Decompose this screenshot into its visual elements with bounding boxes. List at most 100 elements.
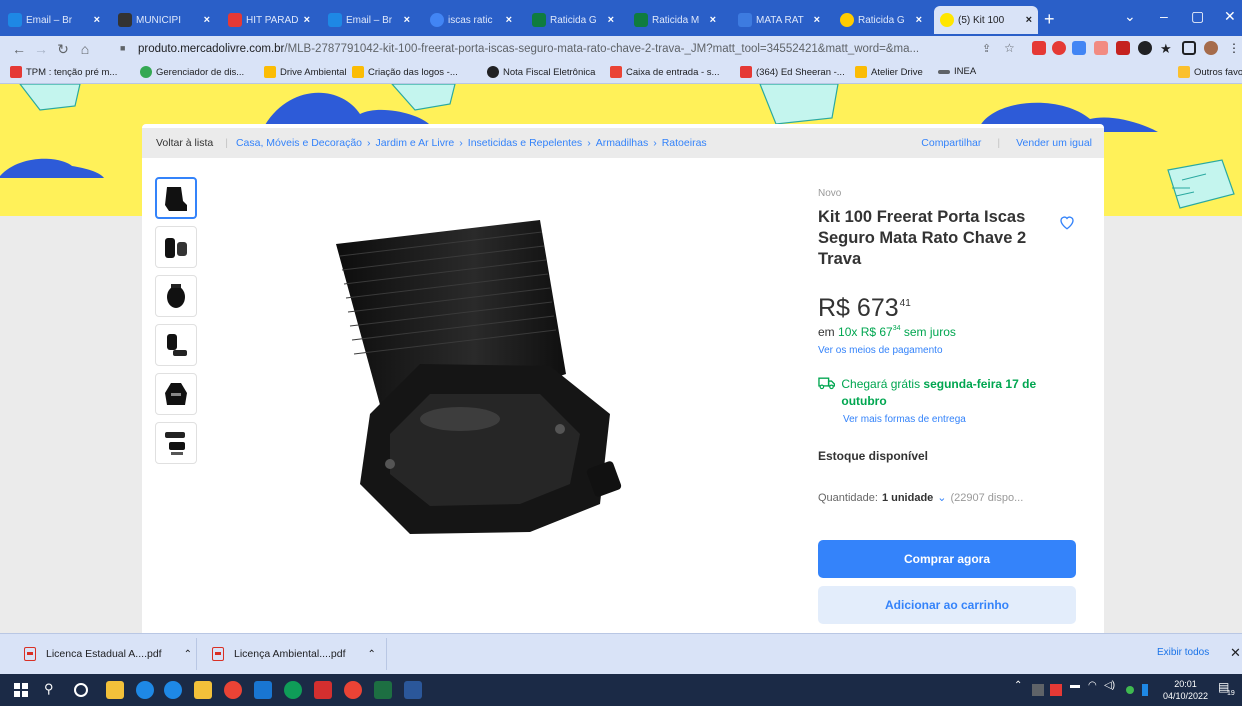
maximize-icon[interactable]: ▢	[1191, 8, 1204, 25]
sell-similar-link[interactable]: Vender um igual	[1016, 137, 1092, 149]
thumbnail[interactable]	[155, 422, 197, 464]
chrome-icon[interactable]	[224, 681, 242, 699]
tray-app-icon[interactable]	[1032, 684, 1044, 696]
thumbnail[interactable]	[155, 275, 197, 317]
system-clock[interactable]: 20:01 04/10/2022	[1163, 678, 1208, 702]
search-icon[interactable]: ⚲	[44, 681, 62, 699]
thumbnail[interactable]	[155, 324, 197, 366]
word-icon[interactable]	[404, 681, 422, 699]
product-main-image[interactable]	[330, 214, 650, 554]
chevron-down-icon[interactable]: ⌄	[1124, 8, 1136, 25]
browser-tab[interactable]: MUNICIPI ×	[112, 6, 216, 34]
mail-icon[interactable]	[254, 681, 272, 699]
extension-icon[interactable]	[1032, 41, 1046, 55]
other-bookmarks[interactable]: Outros favoritos	[1178, 66, 1242, 78]
acrobat-icon[interactable]	[314, 681, 332, 699]
reload-icon[interactable]: ↻	[52, 41, 74, 58]
download-item[interactable]: Licenca Estadual A....pdf ⌃	[24, 642, 192, 666]
show-all-downloads-button[interactable]: Exibir todos	[1157, 647, 1209, 658]
tray-app-icon[interactable]	[1142, 684, 1148, 696]
browser-tab[interactable]: iscas ratic ×	[424, 6, 518, 34]
bookmark-item[interactable]: Gerenciador de dis...	[140, 66, 244, 78]
browser-tab[interactable]: Email – Br ×	[2, 6, 106, 34]
tray-app-icon[interactable]	[1050, 684, 1062, 696]
tab-close-icon[interactable]: ×	[506, 14, 512, 26]
thumbnail[interactable]	[155, 226, 197, 268]
browser-tab[interactable]: Email – Br ×	[322, 6, 416, 34]
tab-close-icon[interactable]: ×	[404, 14, 410, 26]
payment-methods-link[interactable]: Ver os meios de pagamento	[818, 345, 1076, 356]
cortana-icon[interactable]	[74, 683, 88, 697]
chevron-up-icon[interactable]: ⌃	[1014, 680, 1022, 691]
breadcrumb-link[interactable]: Jardim e Ar Livre	[376, 137, 455, 149]
edge-icon[interactable]	[136, 681, 154, 699]
windows-start-icon[interactable]	[12, 681, 30, 699]
close-icon[interactable]: ✕	[1230, 645, 1241, 661]
share-link[interactable]: Compartilhar	[921, 137, 981, 149]
bookmark-star-icon[interactable]: ☆	[1004, 41, 1018, 55]
tab-close-icon[interactable]: ×	[94, 14, 100, 26]
browser-tab[interactable]: HIT PARAD ×	[222, 6, 316, 34]
breadcrumb-link[interactable]: Casa, Móveis e Decoração	[236, 137, 362, 149]
wifi-icon[interactable]: ◠	[1088, 680, 1097, 691]
extension-icon[interactable]	[1072, 41, 1086, 55]
thumbnail[interactable]	[155, 177, 197, 219]
chevron-up-icon[interactable]: ⌃	[184, 649, 192, 660]
download-item[interactable]: Licença Ambiental....pdf ⌃	[212, 642, 376, 666]
tab-close-icon[interactable]: ×	[1026, 14, 1032, 26]
home-icon[interactable]: ⌂	[74, 41, 96, 57]
close-window-icon[interactable]: ✕	[1224, 8, 1236, 25]
skype-icon[interactable]	[164, 681, 182, 699]
breadcrumb-link[interactable]: Armadilhas	[596, 137, 649, 149]
file-explorer-icon[interactable]	[194, 681, 212, 699]
browser-tab[interactable]: MATA RAT ×	[732, 6, 826, 34]
battery-icon[interactable]	[1126, 686, 1134, 694]
chevron-up-icon[interactable]: ⌃	[368, 649, 376, 660]
browser-tab[interactable]: Raticida G ×	[526, 6, 620, 34]
tab-close-icon[interactable]: ×	[608, 14, 614, 26]
minimize-icon[interactable]: –	[1160, 8, 1168, 24]
heart-icon[interactable]	[1058, 213, 1076, 231]
extension-icon[interactable]	[1138, 41, 1152, 55]
more-menu-icon[interactable]: ⋮	[1228, 41, 1242, 55]
bookmark-item[interactable]: Nota Fiscal Eletrônica	[487, 66, 595, 78]
puzzle-icon[interactable]: ★	[1160, 41, 1174, 56]
back-to-list-link[interactable]: Voltar à lista	[156, 137, 213, 149]
tab-close-icon[interactable]: ×	[304, 14, 310, 26]
tab-close-icon[interactable]: ×	[710, 14, 716, 26]
avatar[interactable]	[1204, 41, 1218, 55]
sidepanel-icon[interactable]	[1182, 41, 1196, 55]
bookmark-item[interactable]: Atelier Drive	[855, 66, 923, 78]
tab-close-icon[interactable]: ×	[814, 14, 820, 26]
excel-icon[interactable]	[374, 681, 392, 699]
tab-close-icon[interactable]: ×	[916, 14, 922, 26]
extension-icon[interactable]	[1094, 41, 1108, 55]
bookmark-item[interactable]: INEA	[938, 66, 976, 77]
whatsapp-icon[interactable]	[284, 681, 302, 699]
extension-icon[interactable]	[1116, 41, 1130, 55]
back-arrow-icon[interactable]: ←	[8, 41, 30, 57]
network-icon[interactable]: ▬	[1070, 680, 1080, 691]
thumbnail[interactable]	[155, 373, 197, 415]
quantity-selector[interactable]: Quantidade: 1 unidade ⌄ (22907 dispo...	[818, 491, 1076, 505]
bookmark-item[interactable]: Criação das logos -...	[352, 66, 458, 78]
more-shipping-link[interactable]: Ver mais formas de entrega	[843, 414, 1076, 425]
bookmark-item[interactable]: Caixa de entrada - s...	[610, 66, 719, 78]
forward-arrow-icon[interactable]: →	[30, 41, 52, 57]
browser-tab-active[interactable]: (5) Kit 100 ×	[934, 6, 1038, 34]
browser-tab[interactable]: Raticida M ×	[628, 6, 722, 34]
chrome-active-icon[interactable]	[344, 681, 362, 699]
new-tab-icon[interactable]: +	[1044, 9, 1055, 30]
bookmark-item[interactable]: Drive Ambiental	[264, 66, 347, 78]
share-icon[interactable]: ⇪	[982, 42, 996, 56]
opera-icon[interactable]	[1052, 41, 1066, 55]
address-bar[interactable]: ■ produto.mercadolivre.com.br/MLB-278779…	[120, 38, 975, 60]
bookmark-item[interactable]: TPM : tenção pré m...	[10, 66, 117, 78]
speaker-icon[interactable]: ◁)	[1104, 680, 1115, 691]
buy-now-button[interactable]: Comprar agora	[818, 540, 1076, 578]
breadcrumb-link[interactable]: Ratoeiras	[662, 137, 707, 149]
browser-tab[interactable]: Raticida G ×	[834, 6, 928, 34]
bookmark-item[interactable]: (364) Ed Sheeran -...	[740, 66, 845, 78]
breadcrumb-link[interactable]: Inseticidas e Repelentes	[468, 137, 582, 149]
store-icon[interactable]	[106, 681, 124, 699]
